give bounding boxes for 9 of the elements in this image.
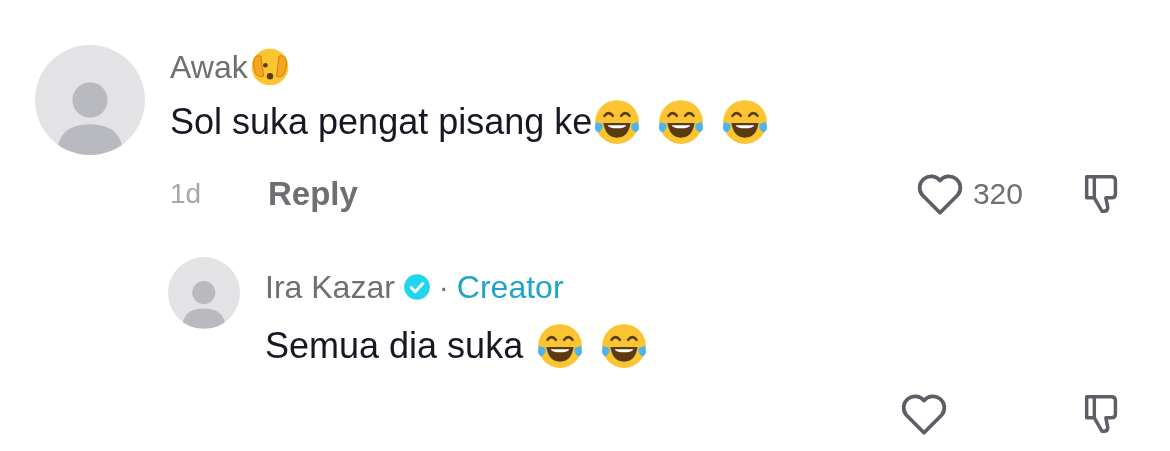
commenter-name[interactable]: Awak <box>170 47 248 87</box>
comment-text: Sol suka pengat pisang ke <box>170 100 593 144</box>
separator-dot: · <box>438 269 449 305</box>
comment-time: 1d <box>170 176 203 211</box>
commenter-name[interactable]: Ira Kazar <box>265 266 395 307</box>
reply-button[interactable]: Reply <box>268 169 358 219</box>
creator-label: Creator <box>456 267 564 307</box>
like-count: 320 <box>972 176 1023 213</box>
reply-text: Semua dia suka <box>265 323 524 368</box>
